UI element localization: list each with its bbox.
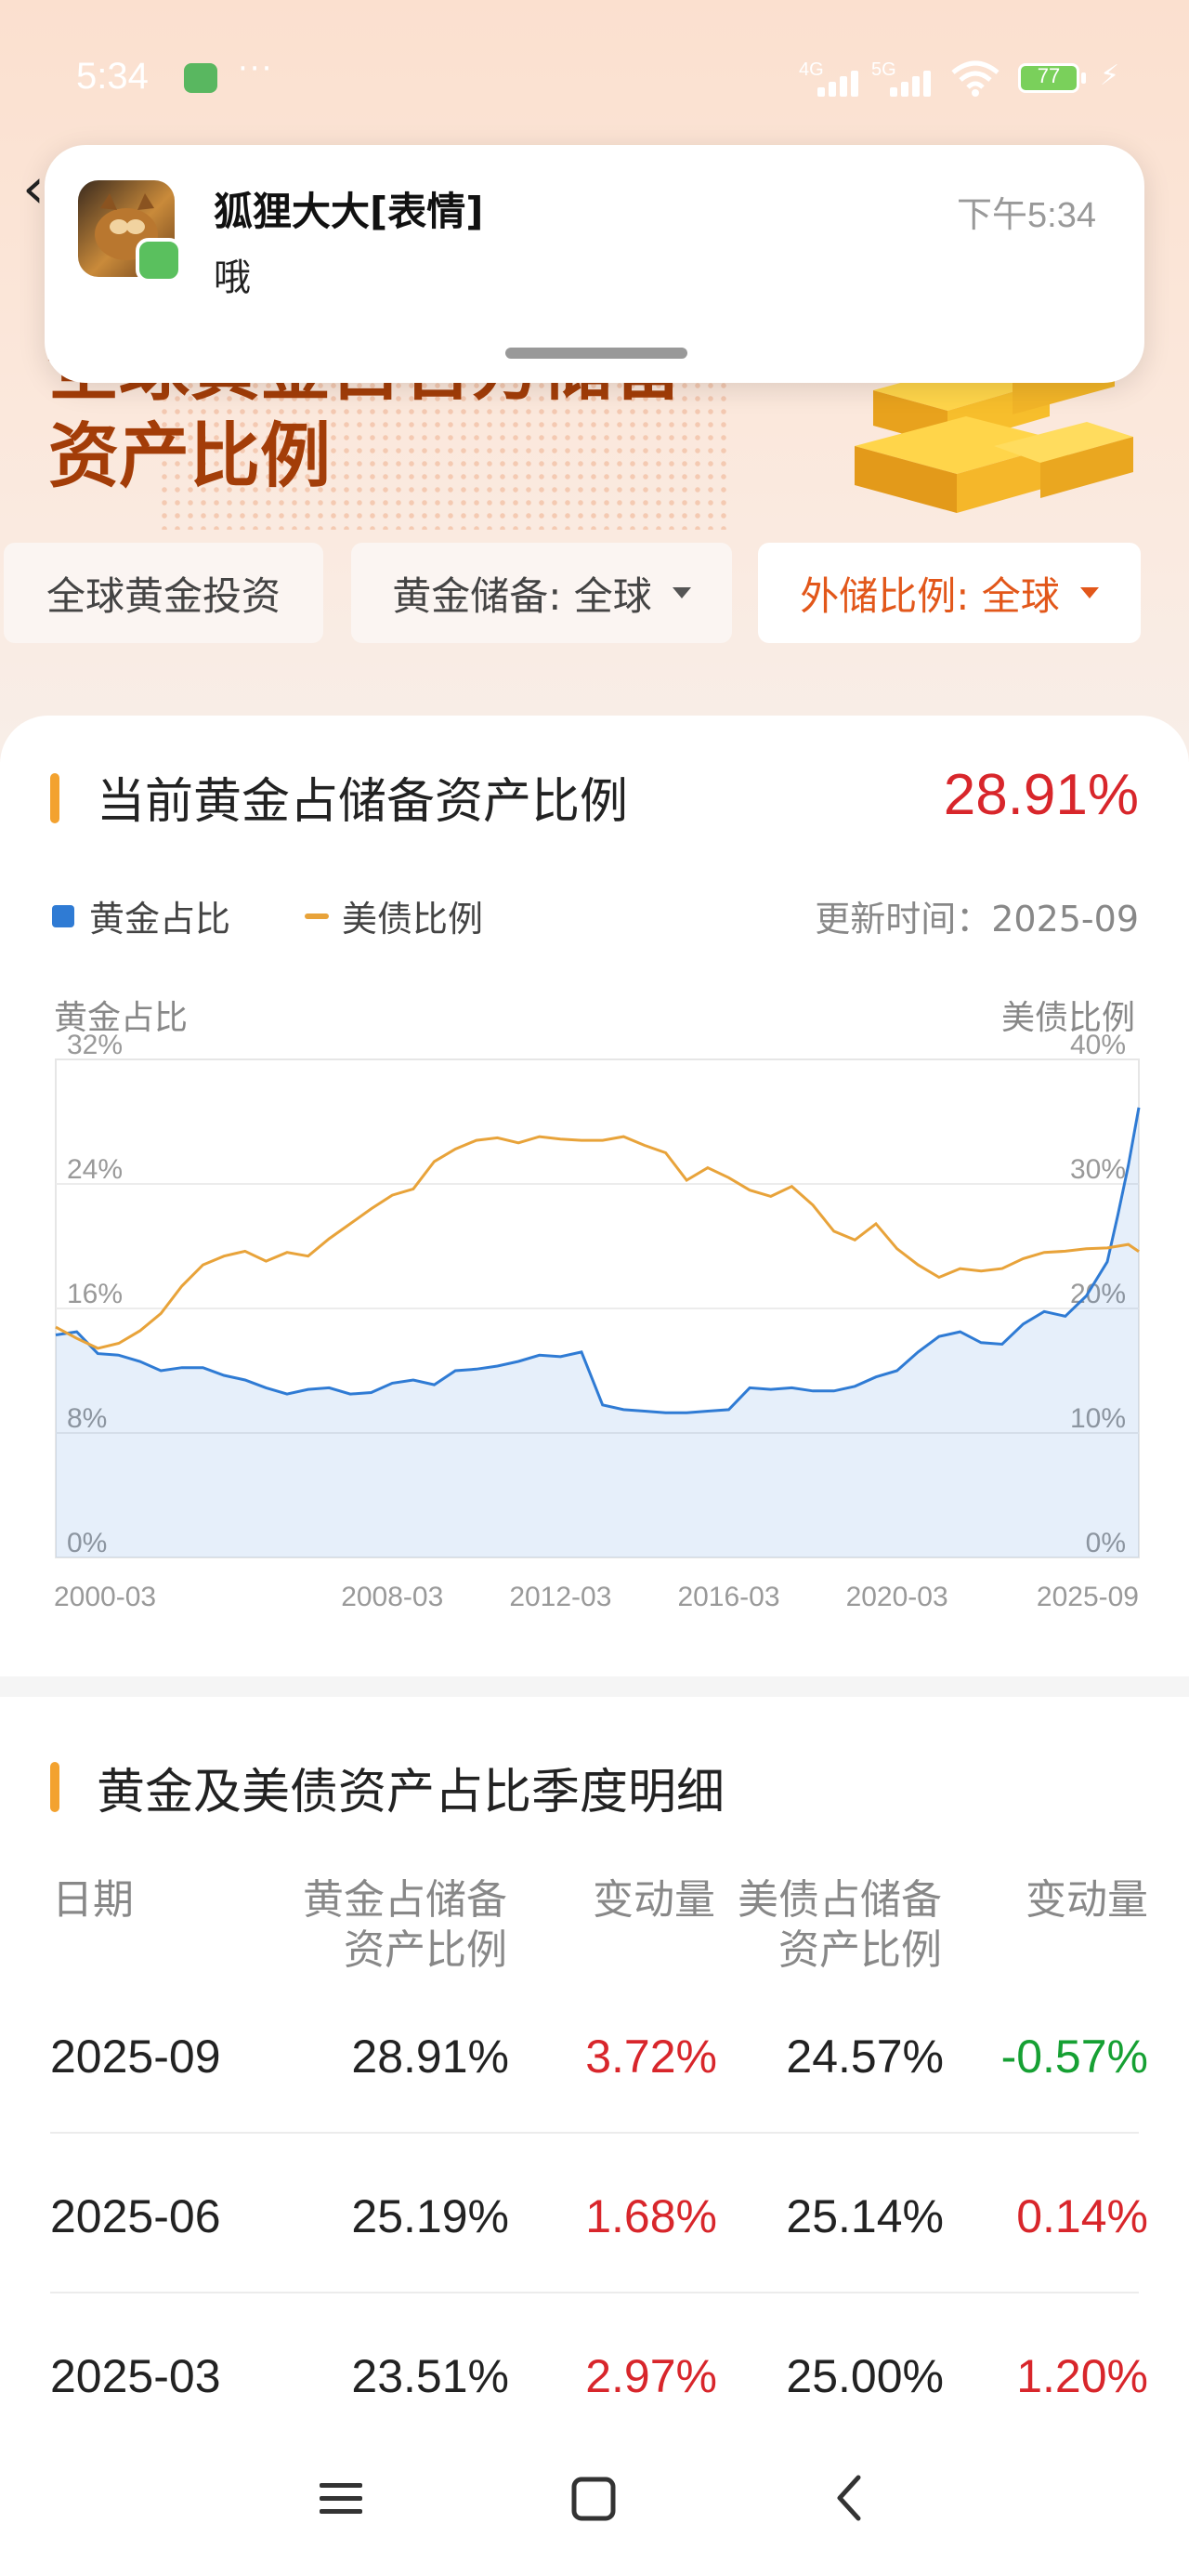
gold-series-area [56, 1107, 1139, 1557]
header-ust-change: 变动量 [1026, 1876, 1148, 1924]
caret-down-icon [672, 587, 691, 598]
legend-gold-label[interactable]: 黄金占比 [89, 890, 230, 941]
row-gold-change: 2.97% [585, 2350, 717, 2402]
row-date: 2025-06 [50, 2190, 221, 2242]
header-gold-line1: 黄金占储备 [303, 1876, 507, 1924]
legend-treasury-marker [305, 913, 329, 919]
tab-label: 黄金储备: 全球 [392, 572, 652, 619]
battery-level: 77 [1037, 64, 1061, 87]
row-divider [50, 2292, 1139, 2293]
header-gold-ratio: 黄金占储备 资产比例 [279, 1875, 507, 1976]
current-ratio-title: 当前黄金占储备资产比例 [97, 774, 629, 830]
row-ust-ratio: 25.14% [786, 2190, 944, 2242]
notification-message: 哦 [214, 256, 251, 299]
quarterly-table-title: 黄金及美债资产占比季度明细 [97, 1765, 725, 1820]
section-marker [50, 1762, 59, 1812]
left-tick-label: 16% [67, 1279, 123, 1309]
header-ust-line1: 美债占储备 [738, 1876, 942, 1924]
header-ust-ratio: 美债占储备 资产比例 [715, 1875, 942, 1976]
treasury-series-line [55, 1135, 1140, 1350]
legend-gold-marker [52, 905, 74, 927]
x-tick-label: 2008-03 [341, 1582, 443, 1612]
menu-icon[interactable] [316, 2472, 368, 2524]
notification-handle[interactable] [505, 348, 687, 359]
caret-down-icon [1079, 587, 1099, 598]
update-time: 更新时间：2025-09 [815, 899, 1139, 940]
row-gold-ratio: 25.19% [351, 2190, 509, 2242]
section-divider [0, 1676, 1189, 1697]
header-gold-line2: 资产比例 [344, 1926, 507, 1974]
row-ust-change: -0.57% [1000, 2031, 1148, 2083]
row-ust-ratio: 24.57% [786, 2031, 944, 2083]
right-tick-label: 30% [1070, 1154, 1126, 1185]
header-date: 日期 [52, 1876, 134, 1924]
wifi-icon [951, 60, 1000, 97]
right-tick-label: 40% [1070, 1030, 1126, 1060]
x-tick-label: 2000-03 [54, 1582, 156, 1612]
notification-time: 下午5:34 [957, 196, 1096, 235]
more-status-icons: ··· [238, 50, 274, 87]
wechat-badge-icon [136, 238, 182, 283]
legend-treasury-label[interactable]: 美债比例 [342, 890, 483, 941]
header-gold-change: 变动量 [593, 1876, 715, 1924]
tab-reserve-ratio-dropdown[interactable]: 外储比例: 全球 [758, 543, 1141, 643]
wechat-status-icon [184, 63, 217, 93]
row-date: 2025-03 [50, 2350, 221, 2402]
tab-gold-reserve-dropdown[interactable]: 黄金储备: 全球 [351, 543, 732, 643]
battery-tip [1081, 72, 1086, 84]
ratio-chart[interactable]: 32%24%16%8%0%40%30%20%10%0%2000-032008-0… [0, 1013, 1189, 1626]
row-divider [50, 2132, 1139, 2134]
tab-label: 全球黄金投资 [46, 572, 281, 619]
row-date: 2025-09 [50, 2031, 221, 2083]
signal-icon [817, 65, 873, 97]
row-ust-change: 0.14% [1016, 2190, 1148, 2242]
row-gold-ratio: 28.91% [351, 2031, 509, 2083]
battery-icon: 77 [1018, 63, 1079, 93]
status-time: 5:34 [76, 56, 149, 97]
tab-global-gold-investment[interactable]: 全球黄金投资 [4, 543, 323, 643]
signal-icon-2 [890, 65, 946, 97]
x-tick-label: 2020-03 [846, 1582, 948, 1612]
x-tick-label: 2025-09 [1037, 1582, 1139, 1612]
row-ust-ratio: 25.00% [786, 2350, 944, 2402]
tab-label: 外储比例: 全球 [800, 572, 1060, 619]
header-ust-line2: 资产比例 [778, 1926, 942, 1974]
status-bar: 5:34 ··· 4G 5G 77 ⚡ [0, 37, 1189, 121]
charging-icon: ⚡ [1100, 59, 1120, 92]
left-tick-label: 32% [67, 1030, 123, 1060]
row-gold-ratio: 23.51% [351, 2350, 509, 2402]
row-ust-change: 1.20% [1016, 2350, 1148, 2402]
back-icon[interactable] [825, 2472, 877, 2524]
home-icon[interactable] [568, 2472, 621, 2524]
section-marker [50, 773, 59, 823]
back-arrow-icon[interactable]: ‹ [22, 156, 45, 221]
current-ratio-value: 28.91% [943, 763, 1139, 827]
left-tick-label: 24% [67, 1154, 123, 1185]
x-tick-label: 2012-03 [509, 1582, 611, 1612]
notification-sender: 狐狸大大[表情] [214, 189, 484, 234]
x-tick-label: 2016-03 [677, 1582, 779, 1612]
row-gold-change: 1.68% [585, 2190, 717, 2242]
row-gold-change: 3.72% [585, 2031, 717, 2083]
message-notification[interactable]: 狐狸大大[表情] 哦 下午5:34 [45, 145, 1144, 383]
hero-title-line2: 资产比例 [48, 414, 331, 497]
